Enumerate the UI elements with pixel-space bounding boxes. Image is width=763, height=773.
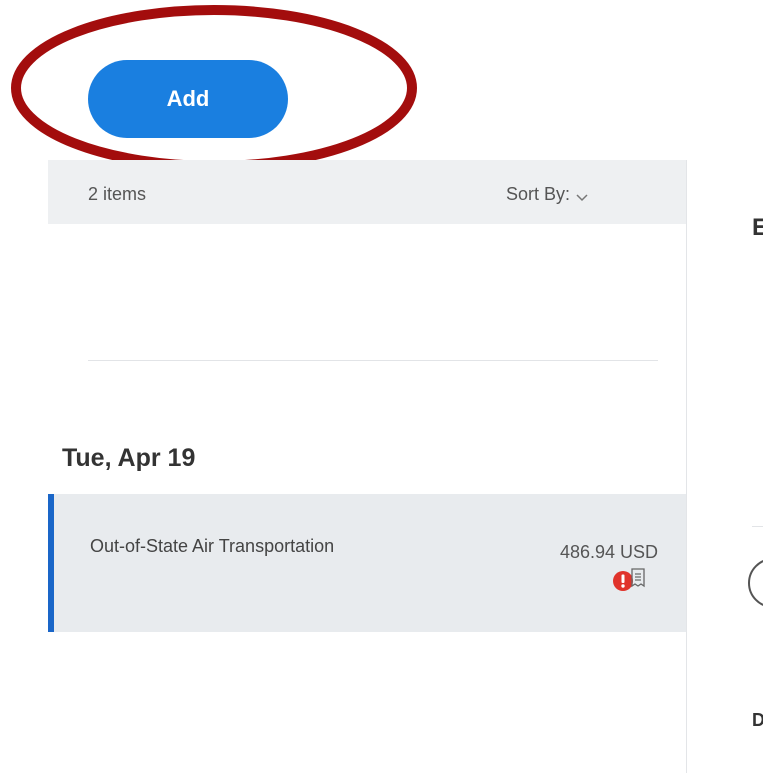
detail-divider bbox=[752, 526, 763, 527]
selected-indicator bbox=[48, 494, 54, 632]
item-count: 2 items bbox=[88, 184, 147, 204]
expense-list-item[interactable]: Out-of-State Air Transportation 486.94 U… bbox=[48, 494, 686, 632]
group-date-heading: Tue, Apr 19 bbox=[62, 444, 196, 472]
add-button[interactable]: Add bbox=[88, 60, 288, 138]
expense-item-amount: 486.94 USD bbox=[559, 542, 658, 562]
detail-panel-label: D bbox=[752, 710, 763, 730]
detail-panel-heading: E bbox=[752, 214, 763, 241]
expense-item-title: Out-of-State Air Transportation bbox=[90, 536, 335, 556]
detail-avatar-circle[interactable] bbox=[748, 558, 763, 608]
detail-panel-border bbox=[686, 160, 687, 773]
list-header: 2 items Sort By: bbox=[48, 160, 686, 224]
chevron-down-icon bbox=[576, 193, 588, 201]
sort-by-label: Sort By: bbox=[506, 184, 571, 204]
divider bbox=[88, 360, 658, 361]
sort-by-dropdown[interactable]: Sort By: bbox=[506, 184, 588, 205]
receipt-icon bbox=[631, 568, 645, 588]
